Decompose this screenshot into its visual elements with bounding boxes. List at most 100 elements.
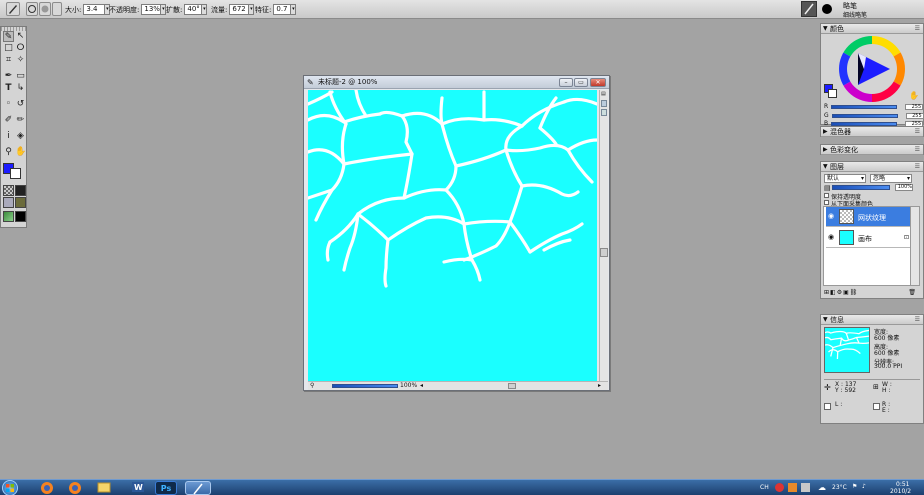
tracing-toggle-icon[interactable]: ▤	[601, 91, 607, 98]
layer-opacity-value[interactable]: 100%	[895, 184, 913, 191]
green-value[interactable]: 255	[905, 112, 924, 119]
blend-mode-select[interactable]: 默认 ▾	[824, 174, 866, 183]
language-indicator[interactable]: CH	[760, 484, 769, 491]
shape-icon[interactable]: ▭	[15, 71, 26, 82]
brush-variant-name[interactable]: 细线略笔	[843, 10, 867, 19]
start-button[interactable]	[2, 480, 18, 495]
link-icon[interactable]: ⛓	[850, 289, 859, 296]
brush-tool-icon[interactable]	[6, 2, 20, 16]
lasso-icon[interactable]: ⵔ	[15, 43, 26, 54]
vertical-scrollbar[interactable]: ▤	[599, 90, 608, 381]
nozzle-selector-icon[interactable]	[15, 211, 26, 222]
canvas[interactable]	[308, 90, 597, 381]
layer-list-scrollbar[interactable]	[910, 206, 920, 286]
feature-field[interactable]: 0.7	[273, 4, 292, 15]
expand-icon[interactable]: ▶	[823, 127, 828, 137]
lock-icon[interactable]: ⊡	[904, 234, 909, 241]
visibility-eye-icon[interactable]: ◉	[828, 213, 835, 220]
layer-opacity-slider[interactable]	[832, 185, 890, 190]
panel-menu-icon[interactable]: ☰	[915, 315, 920, 325]
panel-menu-icon[interactable]: ☰	[915, 162, 920, 172]
composite-method-select[interactable]: 忽略 ▾	[870, 174, 912, 183]
magic-wand-icon[interactable]: ✧	[15, 55, 26, 66]
volume-icon[interactable]: ♪	[862, 483, 866, 490]
tray-app-icon-2[interactable]	[801, 483, 810, 492]
collapse-icon[interactable]: ▼	[823, 315, 828, 325]
firefox-icon[interactable]	[36, 481, 58, 495]
expand-icon[interactable]: ▶	[823, 145, 828, 155]
layers-panel-header[interactable]: ▼ 图层 ☰	[821, 162, 923, 172]
layer-row-texture[interactable]: ◉ 网状纹理	[826, 207, 912, 227]
document-titlebar[interactable]: ✎ 未标题-2 @ 100% – ▭ ✕	[304, 76, 609, 89]
ime-icon[interactable]	[775, 483, 784, 492]
info-panel-header[interactable]: ▼ 信息 ☰	[821, 315, 923, 325]
brush-stroke-icon[interactable]	[39, 2, 51, 16]
blue-slider[interactable]	[831, 121, 898, 126]
grabber-icon[interactable]: ✋	[15, 147, 26, 158]
photoshop-button[interactable]: Ps	[155, 481, 177, 495]
eyedropper-icon[interactable]: ⅰ	[3, 131, 14, 142]
flag-icon[interactable]: ⚑	[852, 483, 857, 490]
brush-variant-icon[interactable]	[822, 4, 832, 14]
spread-spin-icon[interactable]: ▾	[202, 4, 208, 15]
brush-dab-icon[interactable]	[26, 2, 38, 16]
zoom-icon[interactable]: ⚲	[310, 382, 314, 390]
color-info-checkbox-2[interactable]	[873, 403, 880, 410]
green-slider[interactable]	[831, 113, 898, 118]
collapse-icon[interactable]: ▼	[823, 24, 828, 34]
clock-time[interactable]: 0:51	[896, 481, 909, 488]
crop-icon[interactable]: ⌗	[3, 55, 14, 66]
weave-selector-icon[interactable]	[15, 197, 26, 208]
weather-temp[interactable]: 23°C	[832, 484, 847, 491]
painter-button[interactable]	[185, 481, 211, 495]
tray-app-icon[interactable]	[788, 483, 797, 492]
zoom-slider[interactable]	[332, 384, 398, 388]
panel-menu-icon[interactable]: ☰	[915, 24, 920, 34]
close-button[interactable]: ✕	[590, 78, 606, 87]
pattern-selector-icon[interactable]	[3, 197, 14, 208]
rotate-icon[interactable]: ↺	[15, 99, 26, 110]
collapse-icon[interactable]: ▼	[823, 162, 828, 172]
opacity-field[interactable]: 13%	[141, 4, 162, 15]
spread-field[interactable]: 40°	[184, 4, 203, 15]
group-icon[interactable]: ▣	[843, 289, 850, 296]
layer-adjuster-icon[interactable]: ↖	[15, 31, 26, 42]
grid-toggle-icon[interactable]	[601, 100, 607, 107]
color-info-checkbox[interactable]	[824, 403, 831, 410]
scroll-left-icon[interactable]: ◂	[420, 382, 423, 390]
vertical-scroll-thumb[interactable]	[600, 248, 608, 257]
text-tool-icon[interactable]: T	[3, 83, 14, 94]
brush-icon[interactable]: ✎	[3, 31, 14, 42]
explorer-icon[interactable]	[93, 481, 115, 495]
cloner-icon[interactable]: ✐	[3, 115, 14, 126]
minimize-button[interactable]: –	[559, 78, 573, 87]
red-slider[interactable]	[831, 104, 898, 109]
paint-bucket-icon[interactable]: ◈	[15, 131, 26, 142]
magnifier-icon[interactable]: ⚲	[3, 147, 14, 158]
horizontal-scroll-thumb[interactable]	[508, 383, 516, 389]
look-selector-icon[interactable]	[3, 211, 14, 222]
firefox-icon-2[interactable]	[64, 481, 86, 495]
feature-spin-icon[interactable]: ▾	[291, 4, 297, 15]
preserve-transparency-checkbox[interactable]	[824, 193, 829, 198]
paper-selector-icon[interactable]	[3, 185, 14, 196]
layer-row-canvas[interactable]: ◉ 画布 ⊡	[826, 228, 912, 248]
pick-up-underlying-checkbox[interactable]	[824, 200, 829, 205]
size-field[interactable]: 3.4	[83, 4, 106, 15]
clock-date[interactable]: 2010/2	[890, 488, 911, 495]
pen-icon[interactable]: ✒	[3, 71, 14, 82]
flow-spin-icon[interactable]: ▾	[249, 4, 255, 15]
mixer-panel-header[interactable]: ▶ 混色器 ☰	[821, 127, 923, 137]
reset-icon[interactable]	[52, 2, 62, 16]
color-panel-header[interactable]: ▼ 颜色 ☰	[821, 24, 923, 34]
eraser-icon[interactable]: ✏	[15, 115, 26, 126]
trash-icon[interactable]: 🗑	[908, 289, 917, 296]
panel-secondary-swatch[interactable]	[828, 89, 837, 98]
red-value[interactable]: 255	[905, 103, 924, 110]
panel-menu-icon[interactable]: ☰	[915, 145, 920, 155]
rect-select-icon[interactable]: □	[3, 43, 14, 54]
color-variability-header[interactable]: ▶ 色彩变化 ☰	[821, 145, 923, 155]
visibility-eye-icon[interactable]: ◉	[828, 234, 835, 241]
shape-select-icon[interactable]: ↳	[15, 83, 26, 94]
scroll-right-icon[interactable]: ▸	[598, 382, 601, 390]
